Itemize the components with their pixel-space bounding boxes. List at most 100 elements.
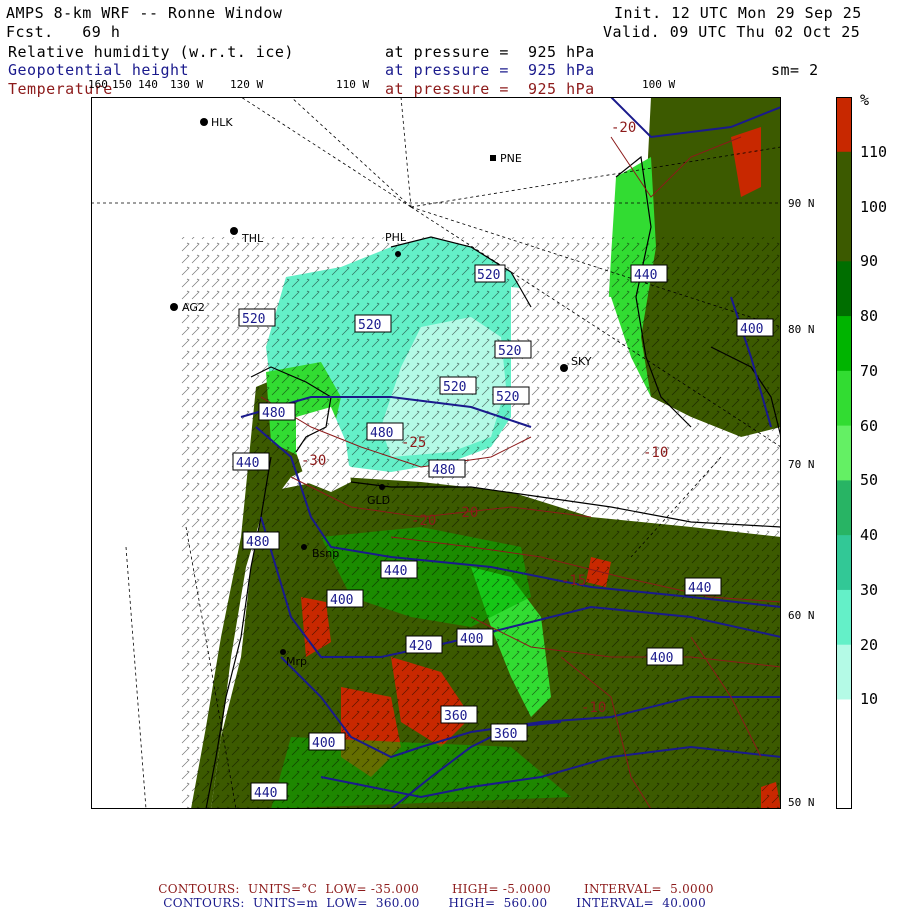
- legend-swatch: [836, 316, 852, 372]
- svg-text:AG2: AG2: [182, 301, 205, 314]
- svg-text:440: 440: [634, 268, 657, 283]
- lon-label: 100 W: [642, 78, 676, 91]
- svg-text:480: 480: [246, 535, 269, 550]
- temp-label: -15: [561, 573, 586, 589]
- svg-text:THL: THL: [241, 232, 264, 245]
- svg-text:480: 480: [432, 463, 455, 478]
- svg-text:440: 440: [688, 581, 711, 596]
- temp-label: -10: [581, 700, 606, 716]
- height-label: 480: [258, 402, 296, 421]
- legend-swatch: [836, 589, 852, 646]
- legend-label: 70: [860, 361, 879, 380]
- temp-label: -25: [401, 435, 426, 451]
- height-label: 480: [366, 422, 404, 441]
- legend-swatch: [836, 754, 852, 809]
- svg-text:420: 420: [409, 639, 432, 654]
- legend-swatch: [836, 261, 852, 317]
- legend-swatch: [836, 425, 852, 481]
- legend-unit: %: [860, 91, 870, 109]
- height-label: 520: [494, 340, 532, 359]
- height-label: 420: [405, 635, 443, 654]
- temp-label: -10: [643, 445, 668, 461]
- init-time: Init. 12 UTC Mon 29 Sep 25: [614, 4, 862, 22]
- height-label: 400: [736, 318, 774, 337]
- svg-text:400: 400: [460, 632, 483, 647]
- svg-text:520: 520: [443, 380, 466, 395]
- height-label: 360: [490, 723, 528, 742]
- lat-label: 50 N: [788, 796, 815, 809]
- temp-label: -20: [411, 513, 436, 529]
- svg-text:440: 440: [384, 564, 407, 579]
- temp-label: -30: [301, 453, 326, 469]
- color-legend: [836, 97, 852, 809]
- forecast-hour: Fcst. 69 h: [6, 23, 121, 41]
- height-label: 400: [646, 647, 684, 666]
- svg-text:440: 440: [236, 456, 259, 471]
- svg-text:520: 520: [242, 312, 265, 327]
- svg-text:520: 520: [358, 318, 381, 333]
- field-rh-name: Relative humidity (w.r.t. ice): [8, 43, 294, 61]
- svg-text:440: 440: [254, 786, 277, 801]
- height-label: 440: [232, 452, 270, 471]
- smoothing-value: sm= 2: [771, 61, 819, 79]
- legend-swatch: [836, 206, 852, 262]
- height-label: 400: [456, 628, 494, 647]
- legend-swatch: [836, 644, 852, 700]
- legend-swatch: [836, 480, 852, 536]
- svg-text:400: 400: [740, 322, 763, 337]
- svg-text:Bsnp: Bsnp: [312, 547, 339, 560]
- svg-text:360: 360: [444, 709, 467, 724]
- legend-swatch: [836, 699, 852, 755]
- field-height-level: at pressure = 925 hPa: [385, 61, 595, 79]
- height-label: 480: [242, 531, 280, 550]
- lat-label: 60 N: [788, 609, 815, 622]
- height-label: 400: [326, 589, 364, 608]
- svg-text:480: 480: [370, 426, 393, 441]
- height-label: 520: [354, 314, 392, 333]
- height-label: 520: [474, 264, 506, 283]
- svg-text:PNE: PNE: [500, 152, 522, 165]
- svg-text:400: 400: [330, 593, 353, 608]
- height-label: 520: [492, 386, 530, 405]
- lat-label: 80 N: [788, 323, 815, 336]
- lon-label: 110 W: [336, 78, 370, 91]
- svg-text:SKY: SKY: [571, 355, 592, 368]
- field-temp-level: at pressure = 925 hPa: [385, 80, 595, 98]
- legend-label: 110: [860, 142, 888, 161]
- legend-label: 60: [860, 416, 879, 435]
- svg-text:HLK: HLK: [211, 116, 233, 129]
- lon-label: 160: [88, 78, 108, 91]
- legend-label: 20: [860, 635, 879, 654]
- legend-label: 10: [860, 690, 879, 709]
- valid-time: Valid. 09 UTC Thu 02 Oct 25: [603, 23, 861, 41]
- svg-text:480: 480: [262, 406, 285, 421]
- temp-label: -20: [453, 505, 478, 521]
- height-label: 440: [250, 782, 288, 801]
- svg-text:GLD: GLD: [367, 494, 390, 507]
- height-label: 520: [238, 308, 276, 327]
- svg-text:400: 400: [312, 736, 335, 751]
- field-height-name: Geopotential height: [8, 61, 190, 79]
- svg-text:PHL: PHL: [385, 231, 407, 244]
- legend-swatch: [836, 535, 852, 591]
- legend-label: 90: [860, 252, 879, 271]
- svg-text:360: 360: [494, 727, 517, 742]
- svg-text:520: 520: [498, 344, 521, 359]
- lon-label: 140: [138, 78, 158, 91]
- footer-height-contours: CONTOURS: UNITS=m LOW= 360.00 HIGH= 560.…: [163, 896, 707, 910]
- lat-label: 70 N: [788, 458, 815, 471]
- height-label: 440: [380, 560, 418, 579]
- lon-label: 120 W: [230, 78, 264, 91]
- height-label: 480: [428, 459, 466, 478]
- map-panel: 520 520 520 520 520 520 480 480 480 440 …: [91, 97, 781, 809]
- legend-swatch: [836, 151, 852, 208]
- legend-label: 30: [860, 580, 879, 599]
- svg-text:400: 400: [650, 651, 673, 666]
- field-rh-level: at pressure = 925 hPa: [385, 43, 595, 61]
- svg-text:520: 520: [477, 268, 500, 283]
- svg-text:520: 520: [496, 390, 519, 405]
- temp-label: -20: [611, 120, 636, 136]
- legend-label: 40: [860, 526, 879, 545]
- lat-label: 90 N: [788, 197, 815, 210]
- lon-label: 150: [112, 78, 132, 91]
